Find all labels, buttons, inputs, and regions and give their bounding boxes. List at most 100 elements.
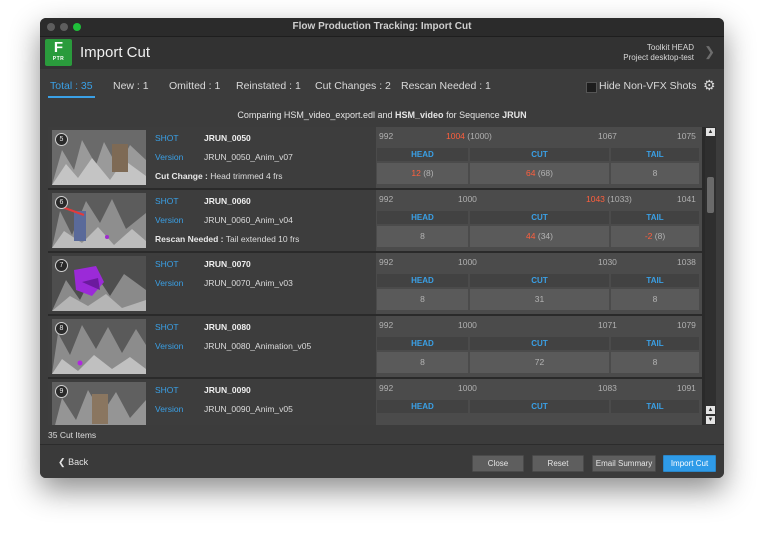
tail-value: 8	[652, 168, 658, 178]
shot-number-badge: 7	[55, 259, 68, 272]
comparison-summary: Comparing HSM_video_export.edl and HSM_v…	[40, 110, 724, 120]
back-button[interactable]: ❮ Back	[58, 457, 88, 468]
ptr-logo: F PTR	[45, 39, 72, 66]
tab-cut-changes[interactable]: Cut Changes : 2	[315, 80, 391, 92]
import-cut-button[interactable]: Import Cut	[663, 455, 716, 472]
head-header: HEAD	[377, 211, 468, 224]
shot-info-panel: 7 SHOT JRUN_0070 Version JRUN_0070_Anim_…	[48, 253, 376, 314]
shot-info-panel: 5 SHOT JRUN_0050 Version JRUN_0050_Anim_…	[48, 127, 376, 188]
tc-cut-out: 1038	[677, 257, 696, 267]
shot-label: SHOT	[155, 322, 179, 332]
scroll-top-arrow-icon[interactable]: ▲	[706, 128, 715, 136]
head-duration: 8	[377, 289, 468, 310]
reset-button[interactable]: Reset	[532, 455, 584, 472]
tab-omitted[interactable]: Omitted : 1	[169, 80, 220, 92]
cut-items-list[interactable]: 5 SHOT JRUN_0050 Version JRUN_0050_Anim_…	[48, 127, 705, 425]
shot-code: JRUN_0070	[204, 259, 251, 269]
head-header: HEAD	[377, 148, 468, 161]
cut-values-panel: 992 1000 1043 (1033) 1041 HEAD CUT TAIL …	[376, 190, 702, 251]
tc-tail-in: 1030	[598, 257, 617, 267]
cut-value: 64	[526, 168, 536, 178]
shot-thumbnail: 7	[52, 256, 146, 311]
gear-icon[interactable]: ⚙	[703, 77, 716, 94]
status-note-label: Cut Change :	[155, 171, 208, 181]
cut-item-row[interactable]: 7 SHOT JRUN_0070 Version JRUN_0070_Anim_…	[48, 253, 705, 314]
compare-prefix: Comparing	[237, 110, 282, 120]
tab-reinstated[interactable]: Reinstated : 1	[236, 80, 301, 92]
cut-item-row[interactable]: 9 SHOT JRUN_0090 Version JRUN_0090_Anim_…	[48, 379, 705, 425]
hide-non-vfx-checkbox[interactable]	[586, 82, 597, 93]
tail-duration: 8	[611, 163, 699, 184]
tc-tail-in: 1083	[598, 383, 617, 393]
tc-head-out: 1000	[458, 257, 477, 267]
tail-prev: (8)	[654, 231, 666, 241]
window-title: Flow Production Tracking: Import Cut	[292, 21, 472, 32]
tc-head-out-prev: (1000)	[467, 131, 492, 141]
list-scrollbar[interactable]: ▲ ▲ ▼	[705, 127, 716, 425]
version-name: JRUN_0060_Anim_v04	[204, 215, 293, 225]
close-button[interactable]: Close	[472, 455, 524, 472]
head-header: HEAD	[377, 337, 468, 350]
toolkit-version: Toolkit HEAD	[646, 43, 694, 52]
cut-values-panel: 992 1000 1030 1038 HEAD CUT TAIL 8 31 8	[376, 253, 702, 314]
tail-header: TAIL	[611, 148, 699, 161]
version-label: Version	[155, 404, 184, 414]
cut-item-row[interactable]: 6 SHOT JRUN_0060 Version JRUN_0060_Anim_…	[48, 190, 705, 251]
import-cut-window: Flow Production Tracking: Import Cut F P…	[40, 18, 724, 478]
shot-code: JRUN_0080	[204, 322, 251, 332]
shot-label: SHOT	[155, 133, 179, 143]
tail-value: -2	[644, 231, 653, 241]
cut-value: 44	[526, 231, 536, 241]
hide-non-vfx-label[interactable]: Hide Non-VFX Shots	[599, 80, 696, 92]
footer-bar: ❮ Back Close Reset Email Summary Import …	[40, 444, 724, 478]
tail-duration: -2 (8)	[611, 226, 699, 247]
scrollbar-thumb[interactable]	[707, 177, 714, 213]
shot-info-panel: 8 SHOT JRUN_0080 Version JRUN_0080_Anima…	[48, 316, 376, 377]
scroll-down-arrow-icon[interactable]: ▼	[706, 416, 715, 424]
tab-new[interactable]: New : 1	[113, 80, 149, 92]
tc-cut-in: 992	[379, 383, 394, 393]
cut-item-row[interactable]: 8 SHOT JRUN_0080 Version JRUN_0080_Anima…	[48, 316, 705, 377]
tc-cut-out: 1075	[677, 131, 696, 141]
filter-tabs: Total : 35 New : 1 Omitted : 1 Reinstate…	[40, 69, 724, 103]
shot-number-badge: 5	[55, 133, 68, 146]
tab-rescan-needed[interactable]: Rescan Needed : 1	[401, 80, 491, 92]
cut-item-row[interactable]: 5 SHOT JRUN_0050 Version JRUN_0050_Anim_…	[48, 127, 705, 188]
chevron-right-icon[interactable]: ❯	[704, 44, 715, 60]
shot-code: JRUN_0090	[204, 385, 251, 395]
tc-tail-in: 1043 (1033)	[586, 194, 632, 204]
tc-cut-out: 1091	[677, 383, 696, 393]
head-value: 8	[420, 231, 425, 241]
tail-header: TAIL	[611, 274, 699, 287]
cut-header: CUT	[470, 400, 609, 413]
cut-prev: (68)	[537, 168, 553, 178]
tc-cut-in: 992	[379, 257, 394, 267]
cut-prev: (34)	[537, 231, 553, 241]
status-note-text: Head trimmed 4 frs	[210, 171, 283, 181]
logo-letter: F	[53, 39, 64, 56]
tc-cut-in: 992	[379, 320, 394, 330]
cut-duration: 72	[470, 352, 609, 373]
status-note: Rescan Needed : Tail extended 10 frs	[155, 234, 299, 244]
shot-thumbnail: 6	[52, 193, 146, 248]
scroll-up-arrow-icon[interactable]: ▲	[706, 406, 715, 414]
toolkit-info: Toolkit HEAD Project desktop-test	[623, 43, 694, 63]
shot-info-panel: 6 SHOT JRUN_0060 Version JRUN_0060_Anim_…	[48, 190, 376, 251]
tab-total[interactable]: Total : 35	[50, 80, 93, 92]
app-title: Import Cut	[80, 44, 151, 61]
head-value: 12	[411, 168, 421, 178]
active-tab-indicator	[48, 96, 95, 98]
version-name: JRUN_0050_Anim_v07	[204, 152, 293, 162]
tc-tail-in-value: 1043	[586, 194, 605, 204]
email-summary-button[interactable]: Email Summary	[592, 455, 656, 472]
tc-cut-out: 1041	[677, 194, 696, 204]
cut-duration: 64 (68)	[470, 163, 609, 184]
tail-duration: 8	[611, 352, 699, 373]
title-bar: Flow Production Tracking: Import Cut	[40, 18, 724, 37]
tc-cut-out: 1079	[677, 320, 696, 330]
shot-label: SHOT	[155, 259, 179, 269]
shot-number-badge: 8	[55, 322, 68, 335]
status-note-text: Tail extended 10 frs	[225, 234, 300, 244]
version-name: JRUN_0080_Animation_v05	[204, 341, 312, 351]
shot-number-badge: 9	[55, 385, 68, 398]
